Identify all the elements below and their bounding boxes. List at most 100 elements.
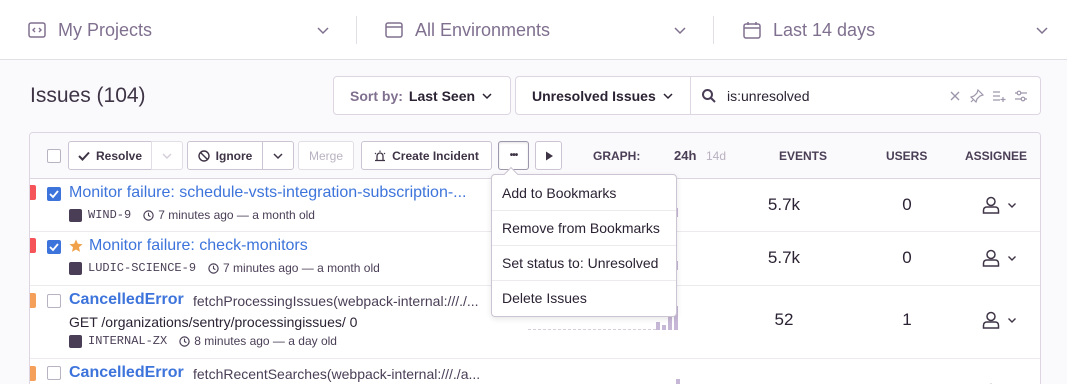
sort-by-label: Sort by: — [350, 87, 403, 104]
divider — [356, 16, 357, 44]
checkmark-icon — [49, 190, 59, 199]
resolve-button[interactable]: Resolve — [68, 141, 152, 170]
environment-selector[interactable]: All Environments — [385, 0, 705, 60]
ignore-icon — [197, 149, 210, 162]
window-icon — [385, 22, 403, 38]
ignore-dropdown-button[interactable] — [262, 141, 294, 170]
date-range-label: Last 14 days — [773, 19, 876, 40]
issue-time: 7 minutes ago — a month old — [158, 208, 315, 222]
page-filter-bar: My Projects All Environments Last 14 day… — [0, 0, 1067, 60]
level-indicator — [30, 185, 36, 200]
siren-icon — [374, 150, 386, 161]
users-count: 1 — [902, 310, 912, 329]
level-indicator — [30, 238, 36, 253]
issue-time: 7 minutes ago — a month old — [223, 261, 380, 275]
issue-title-link[interactable]: CancelledError — [69, 364, 184, 382]
chevron-down-icon — [1008, 318, 1016, 323]
graph-bar — [662, 325, 666, 330]
merge-button[interactable]: Merge — [298, 141, 354, 170]
realtime-play-button[interactable] — [535, 141, 562, 170]
chevron-down-icon — [273, 152, 283, 159]
more-actions-menu: Add to Bookmarks Remove from Bookmarks S… — [491, 166, 677, 317]
events-header: EVENTS — [779, 149, 828, 163]
issue-short-id[interactable]: WIND-9 — [88, 208, 131, 222]
events-count[interactable]: 5.7k — [754, 195, 814, 215]
issue-short-id[interactable]: LUDIC-SCIENCE-9 — [88, 261, 196, 275]
project-icon — [69, 261, 82, 275]
chevron-down-icon — [674, 27, 686, 35]
saved-searches-dropdown[interactable]: Unresolved Issues — [516, 77, 691, 114]
menu-item-add-bookmark[interactable]: Add to Bookmarks — [492, 175, 676, 210]
select-all-checkbox[interactable] — [47, 149, 61, 163]
issue-title-link[interactable]: CancelledError — [69, 291, 184, 309]
menu-item-remove-bookmark[interactable]: Remove from Bookmarks — [492, 210, 676, 245]
search-input[interactable] — [727, 87, 937, 104]
events-count[interactable]: 52 — [754, 310, 814, 330]
issues-toolbar: Resolve Ignore Merge Create Incident •••… — [30, 133, 1040, 179]
create-incident-button[interactable]: Create Incident — [361, 141, 492, 170]
issue-checkbox[interactable] — [47, 187, 61, 201]
resolve-label: Resolve — [95, 148, 143, 163]
merge-label: Merge — [308, 148, 343, 163]
environment-selector-label: All Environments — [415, 19, 551, 40]
graph-14d-toggle[interactable]: 14d — [706, 149, 726, 163]
divider — [713, 16, 714, 44]
assignee-selector[interactable] — [981, 247, 1027, 269]
issue-title-link[interactable]: Monitor failure: check-monitors — [89, 237, 308, 255]
issue-checkbox[interactable] — [47, 366, 61, 380]
graph-24h-toggle[interactable]: 24h — [674, 148, 696, 163]
issue-meta: WIND-9 7 minutes ago — a month old — [69, 208, 315, 222]
assignee-selector[interactable] — [981, 309, 1027, 331]
issue-checkbox[interactable] — [47, 294, 61, 308]
date-range-selector[interactable]: Last 14 days — [743, 0, 1067, 60]
issue-culprit: fetchRecentSearches(webpack-internal:///… — [193, 366, 481, 382]
user-icon — [982, 196, 1000, 214]
assignee-header: ASSIGNEE — [965, 149, 1028, 163]
chevron-down-icon — [1008, 203, 1016, 208]
calendar-icon — [743, 22, 761, 39]
resolve-dropdown-button[interactable] — [151, 141, 183, 170]
menu-item-delete-issues[interactable]: Delete Issues — [492, 280, 676, 315]
more-actions-label: ••• — [509, 150, 518, 161]
clock-icon — [143, 209, 154, 221]
project-selector-label: My Projects — [58, 19, 153, 40]
issue-short-id[interactable]: INTERNAL-ZX — [88, 334, 167, 348]
user-icon — [982, 249, 1000, 267]
users-header: USERS — [886, 149, 928, 163]
play-icon — [545, 151, 553, 160]
search-icon — [702, 88, 716, 103]
project-icon — [28, 22, 46, 38]
settings-sliders-icon[interactable] — [1014, 89, 1028, 103]
issue-time: 8 minutes ago — a day old — [194, 334, 337, 348]
sort-by-dropdown[interactable]: Sort by: Last Seen — [333, 76, 511, 115]
pin-icon[interactable] — [970, 89, 984, 103]
add-saved-search-icon[interactable] — [992, 89, 1006, 103]
level-indicator — [30, 366, 36, 381]
checkmark-icon — [78, 151, 90, 161]
issue-title-link[interactable]: Monitor failure: schedule-vsts-integrati… — [69, 184, 467, 202]
issue-checkbox[interactable] — [47, 240, 61, 254]
clear-search-icon[interactable] — [948, 89, 962, 103]
menu-item-set-unresolved[interactable]: Set status to: Unresolved — [492, 245, 676, 280]
issue-graph-partial — [676, 379, 680, 384]
ignore-button[interactable]: Ignore — [187, 141, 263, 170]
search-actions — [948, 89, 1028, 103]
sort-by-value: Last Seen — [408, 87, 476, 104]
assignee-selector[interactable] — [981, 194, 1027, 216]
saved-search-label: Unresolved Issues — [532, 87, 656, 104]
bookmark-star-icon[interactable] — [69, 239, 83, 253]
more-actions-button[interactable]: ••• — [498, 141, 529, 170]
user-icon — [982, 311, 1000, 329]
issue-row[interactable]: CancelledError fetchRecentSearches(webpa… — [30, 359, 1040, 384]
graph-header: GRAPH: — [593, 149, 641, 163]
checkmark-icon — [49, 243, 59, 252]
chevron-down-icon — [663, 92, 673, 99]
clock-icon — [179, 335, 190, 347]
search-bar: Unresolved Issues — [515, 76, 1041, 115]
issue-culprit: fetchProcessingIssues(webpack-internal:/… — [193, 293, 479, 309]
project-selector[interactable]: My Projects — [28, 0, 348, 60]
project-icon — [69, 334, 82, 348]
clock-icon — [208, 262, 219, 274]
project-icon — [69, 208, 82, 222]
events-count[interactable]: 5.7k — [754, 248, 814, 268]
